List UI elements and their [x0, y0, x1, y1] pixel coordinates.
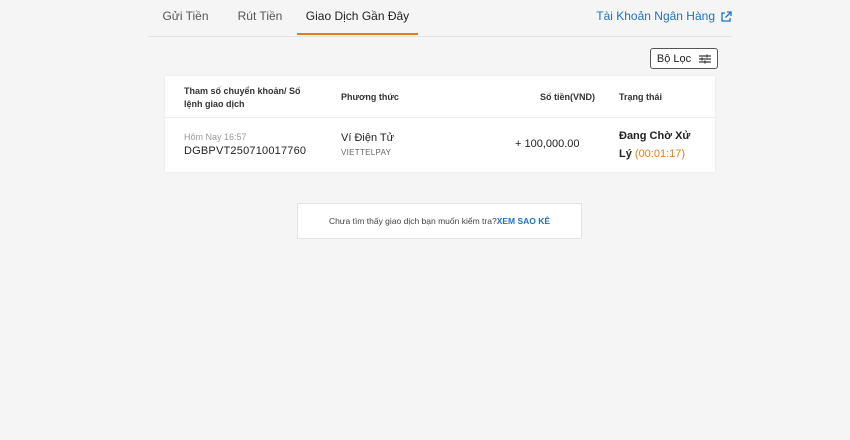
filter-button[interactable]: Bộ Lọc: [650, 48, 718, 69]
external-link-icon: [721, 10, 732, 22]
header-reference: Tham số chuyển khoản/ Số lệnh giao dịch: [184, 85, 301, 111]
header-amount: Số tiền(VND): [540, 92, 595, 102]
transaction-reference: DGBPVT250710017760: [184, 145, 307, 157]
transaction-amount: + 100,000.00: [515, 138, 580, 150]
transaction-method-provider: VIETTELPAY: [341, 148, 392, 157]
header-reference-line1: Tham số chuyển khoản/ Số: [184, 86, 301, 96]
bank-account-link-label: Tài Khoản Ngân Hàng: [596, 9, 715, 23]
transaction-method: Ví Điện Tử: [341, 132, 395, 144]
transaction-status: Đang Chờ Xử Lý (00:01:17): [619, 127, 709, 163]
filter-icon: [699, 54, 712, 63]
table-header: Tham số chuyển khoản/ Số lệnh giao dịch …: [165, 76, 715, 118]
tab-withdraw[interactable]: Rút Tiền: [223, 0, 297, 35]
statement-notice: Chưa tìm thấy giao dịch bạn muốn kiểm tr…: [297, 203, 582, 239]
bank-account-link[interactable]: Tài Khoản Ngân Hàng: [596, 0, 732, 33]
status-text-line1: Đang Chờ Xử: [619, 130, 691, 142]
header-status: Trạng thái: [619, 92, 663, 102]
status-text-line2: Lý: [619, 148, 632, 160]
status-countdown: (00:01:17): [634, 148, 686, 160]
tab-bar: Gửi Tiền Rút Tiền Giao Dịch Gần Đây Tài …: [148, 0, 732, 37]
header-method: Phương thức: [341, 92, 399, 102]
notice-text: Chưa tìm thấy giao dịch bạn muốn kiểm tr…: [328, 216, 497, 226]
tab-recent-transactions[interactable]: Giao Dịch Gần Đây: [297, 0, 418, 35]
filter-button-label: Bộ Lọc: [656, 52, 692, 65]
tab-deposit[interactable]: Gửi Tiền: [148, 0, 223, 35]
transactions-table: Tham số chuyển khoản/ Số lệnh giao dịch …: [165, 76, 715, 172]
transaction-time: Hôm Nay 16:57: [184, 132, 247, 142]
table-row[interactable]: Hôm Nay 16:57 DGBPVT250710017760 Ví Điện…: [165, 118, 715, 172]
header-reference-line2: lệnh giao dịch: [184, 99, 245, 109]
view-statement-link[interactable]: XEM SAO KÊ: [497, 216, 550, 226]
